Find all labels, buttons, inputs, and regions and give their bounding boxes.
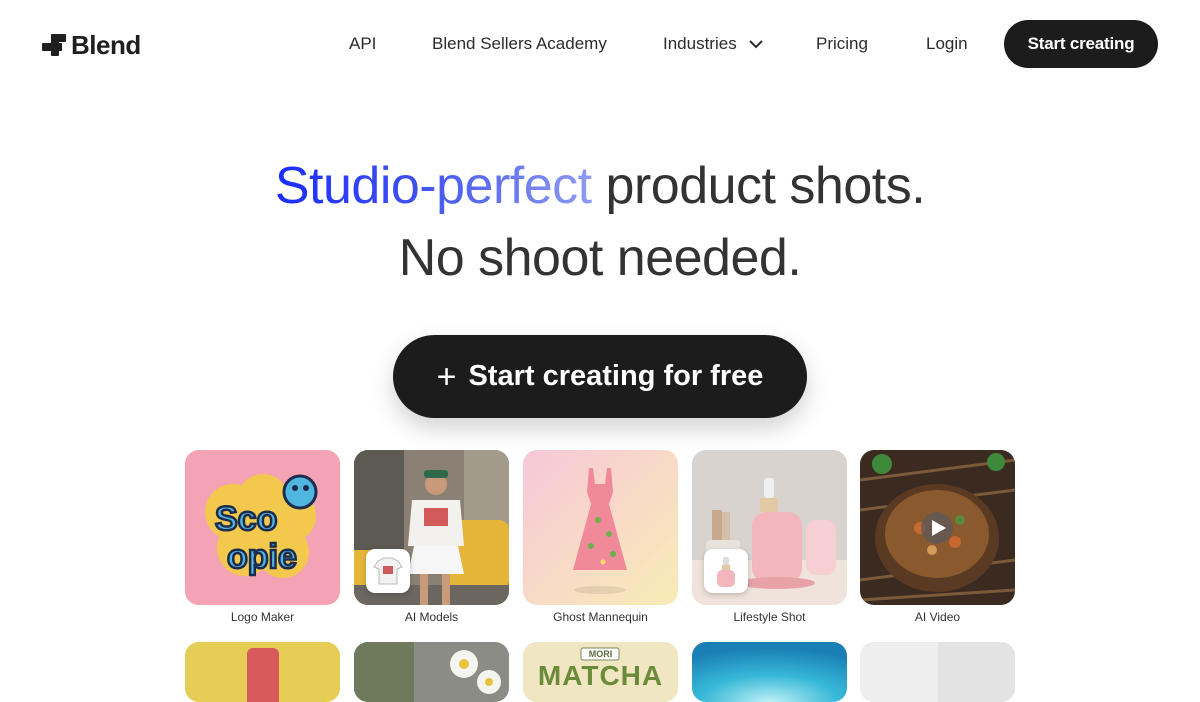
- tool-card-row2-1[interactable]: [185, 642, 340, 702]
- tool-card-ai-video[interactable]: [860, 450, 1015, 605]
- tool-label-lifestyle-shot: Lifestyle Shot: [733, 610, 806, 624]
- logo-text-line2: opie: [227, 538, 297, 576]
- tool-card-row2-3[interactable]: MORI MATCHA: [523, 642, 678, 702]
- logo-maker-image: Sco opie: [185, 450, 340, 605]
- hero-headline-rest: product shots.: [605, 157, 926, 215]
- nav-link-academy[interactable]: Blend Sellers Academy: [432, 34, 607, 54]
- start-creating-free-label: Start creating for free: [468, 360, 764, 392]
- logo-text-line1: Sco: [215, 500, 277, 538]
- row2-5-image: [860, 642, 1015, 702]
- tool-label-ai-models: AI Models: [404, 610, 459, 624]
- tool-card-ai-models[interactable]: [354, 450, 509, 605]
- tshirt-icon: [373, 557, 403, 585]
- nav-link-pricing[interactable]: Pricing: [816, 34, 868, 54]
- chevron-down-icon: [749, 40, 764, 49]
- hero-headline-highlight: Studio-perfect: [274, 157, 592, 215]
- tool-card-lifestyle-shot[interactable]: [692, 450, 847, 605]
- serum-bottle-icon: [717, 557, 735, 587]
- nav-link-api[interactable]: API: [349, 34, 376, 54]
- ghost-mannequin-image: [523, 450, 678, 605]
- brand-logo[interactable]: Blend: [42, 30, 141, 61]
- matcha-text: MATCHA: [537, 660, 664, 691]
- matcha-brand-text: MORI: [588, 649, 613, 659]
- hero: Studio-perfect product shots. No shoot n…: [0, 150, 1200, 294]
- tool-card-ghost-mannequin[interactable]: [523, 450, 678, 605]
- nav-link-industries[interactable]: Industries: [663, 34, 764, 54]
- hero-headline: Studio-perfect product shots.: [0, 150, 1200, 222]
- ai-video-image: [860, 450, 1015, 605]
- nav-link-industries-label: Industries: [663, 34, 737, 53]
- brand-name: Blend: [71, 30, 141, 60]
- product-thumbnail-tshirt: [366, 549, 410, 593]
- row2-2-image: [354, 642, 509, 702]
- top-nav: Blend API Blend Sellers Academy Industri…: [0, 0, 1200, 90]
- row2-4-image: [692, 642, 847, 702]
- tool-card-row2-2[interactable]: [354, 642, 509, 702]
- start-creating-button[interactable]: Start creating: [1004, 20, 1158, 68]
- start-creating-free-button[interactable]: + Start creating for free: [393, 335, 807, 418]
- tool-label-logo-maker: Logo Maker: [230, 610, 295, 624]
- tool-card-row2-5[interactable]: [860, 642, 1015, 702]
- tool-card-logo-maker[interactable]: Sco opie: [185, 450, 340, 605]
- product-thumbnail-serum: [704, 549, 748, 593]
- blend-logo-icon: [42, 33, 66, 58]
- plus-icon: +: [436, 357, 457, 396]
- tool-label-ghost-mannequin: Ghost Mannequin: [553, 610, 648, 624]
- tool-card-row2-4[interactable]: [692, 642, 847, 702]
- tool-label-ai-video: AI Video: [914, 610, 961, 624]
- nav-link-login[interactable]: Login: [926, 34, 968, 54]
- row2-1-image: [185, 642, 340, 702]
- hero-subline: No shoot needed.: [398, 229, 802, 287]
